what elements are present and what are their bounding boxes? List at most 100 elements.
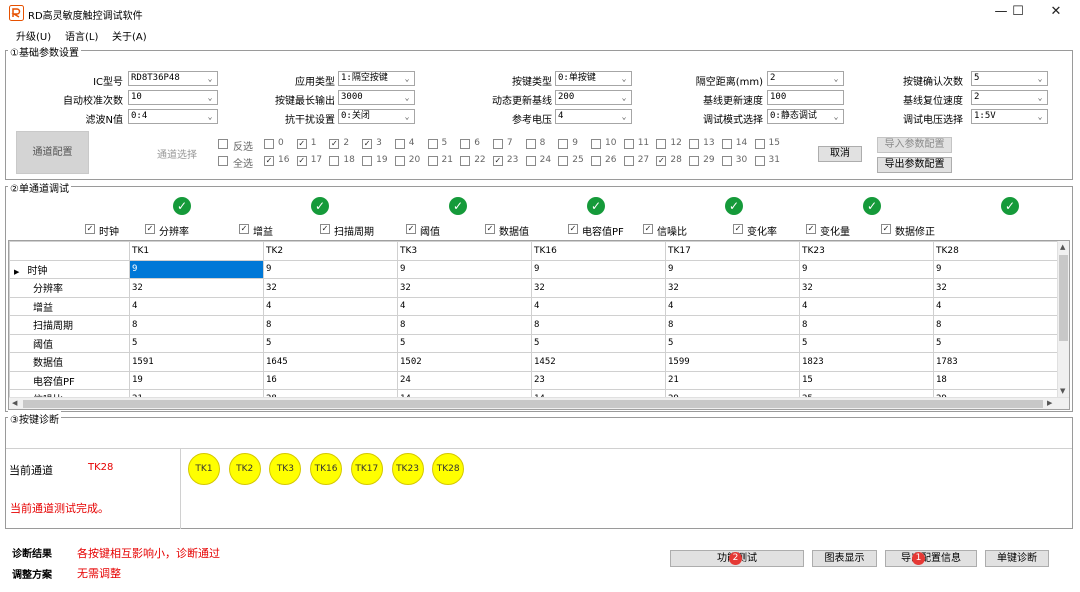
table-cell[interactable]: 5	[665, 333, 800, 353]
param-select[interactable]: 2 ⌄	[767, 71, 844, 86]
param-select[interactable]: 3000 ⌄	[338, 90, 415, 105]
channel-checkbox[interactable]	[623, 139, 634, 149]
table-cell[interactable]: 1645	[263, 352, 398, 372]
table-cell[interactable]: 16	[263, 370, 398, 390]
channel-checkbox[interactable]: ✓	[264, 156, 274, 166]
channel-checkbox[interactable]	[689, 139, 700, 149]
channel-checkbox[interactable]	[591, 156, 601, 166]
channel-checkbox[interactable]: ✓	[296, 156, 307, 166]
table-row[interactable]: 增益 4 4 4 4 4 4 4	[9, 296, 1068, 316]
table-row[interactable]: 阈值 5 5 5 5 5 5 5	[9, 333, 1068, 353]
table-cell[interactable]: 4	[531, 296, 666, 316]
channel-checkbox[interactable]	[394, 139, 405, 149]
param-select[interactable]: 0:静态调试 ⌄	[767, 109, 844, 124]
channel-checkbox[interactable]	[492, 139, 503, 149]
table-cell[interactable]: 32	[531, 278, 666, 298]
table-cell[interactable]: 19	[129, 370, 264, 390]
channel-checkbox[interactable]	[394, 156, 405, 166]
scroll-right-icon[interactable]: ▶	[1047, 399, 1052, 407]
table-cell[interactable]: 8	[531, 315, 666, 335]
import-config-button[interactable]: 导入参数配置	[877, 137, 952, 153]
option-checkbox[interactable]: ✓	[806, 224, 816, 234]
param-select[interactable]: 10 ⌄	[128, 90, 218, 105]
table-cell[interactable]: 9	[933, 259, 1068, 279]
table-cell[interactable]: 5	[397, 333, 532, 353]
table-cell[interactable]: 1591	[129, 352, 264, 372]
channel-checkbox[interactable]	[558, 156, 569, 166]
option-checkbox[interactable]: ✓	[568, 224, 578, 234]
table-cell[interactable]: 32	[397, 278, 532, 298]
channel-checkbox[interactable]	[721, 156, 732, 166]
export-config-button[interactable]: 导出参数配置	[877, 157, 952, 173]
channel-checkbox[interactable]: ✓	[362, 139, 373, 149]
table-cell[interactable]: 5	[129, 333, 264, 353]
channel-checkbox[interactable]	[525, 139, 536, 149]
scroll-down-icon[interactable]: ▼	[1060, 387, 1065, 395]
table-cell[interactable]: 8	[263, 315, 398, 335]
table-cell[interactable]: 4	[263, 296, 398, 316]
table-cell[interactable]: 23	[531, 370, 666, 390]
table-cell[interactable]: 9	[129, 259, 264, 279]
channel-checkbox[interactable]	[460, 156, 471, 166]
param-select[interactable]: 0:单按键 ⌄	[555, 71, 632, 86]
table-row[interactable]: 电容值PF 19 16 24 23 21 15 18	[9, 370, 1068, 390]
scroll-up-icon[interactable]: ▲	[1060, 243, 1065, 251]
table-row[interactable]: ▶ 时钟 9 9 9 9 9 9 9	[9, 259, 1068, 279]
table-cell[interactable]: 8	[933, 315, 1068, 335]
option-checkbox[interactable]: ✓	[145, 224, 155, 234]
hscroll-thumb[interactable]	[23, 400, 1043, 408]
channel-checkbox[interactable]	[656, 139, 667, 149]
table-cell[interactable]: 5	[799, 333, 934, 353]
chart-display-button[interactable]: 图表显示	[812, 550, 877, 567]
export-info-button[interactable]: 导出配置信息	[885, 550, 977, 567]
table-cell[interactable]: 1599	[665, 352, 800, 372]
menu-about[interactable]: 关于(A)	[112, 28, 147, 43]
table-cell[interactable]: 9	[799, 259, 934, 279]
invert-checkbox[interactable]	[218, 139, 228, 149]
table-cell[interactable]: 1823	[799, 352, 934, 372]
table-row[interactable]: 数据值 1591 1645 1502 1452 1599 1823 1783	[9, 352, 1068, 372]
table-cell[interactable]: 8	[397, 315, 532, 335]
menu-upgrade[interactable]: 升级(U)	[16, 28, 51, 43]
scroll-thumb[interactable]	[1059, 255, 1068, 341]
table-cell[interactable]: 24	[397, 370, 532, 390]
scroll-left-icon[interactable]: ◀	[12, 399, 17, 407]
option-checkbox[interactable]: ✓	[881, 224, 891, 234]
param-select[interactable]: 1:隔空按键 ⌄	[338, 71, 415, 86]
channel-checkbox[interactable]	[460, 139, 471, 149]
single-key-diagnose-button[interactable]: 单键诊断	[985, 550, 1049, 567]
channel-checkbox[interactable]	[689, 156, 700, 166]
channel-checkbox[interactable]	[591, 139, 601, 149]
table-cell[interactable]: 18	[933, 370, 1068, 390]
option-checkbox[interactable]: ✓	[320, 224, 330, 234]
table-cell[interactable]: 15	[799, 370, 934, 390]
table-cell[interactable]: 32	[799, 278, 934, 298]
channel-checkbox[interactable]	[427, 139, 438, 149]
channel-checkbox[interactable]	[754, 139, 765, 149]
param-select[interactable]: 4 ⌄	[555, 109, 632, 124]
channel-checkbox[interactable]	[754, 156, 765, 166]
param-select[interactable]: 0:关闭 ⌄	[338, 109, 415, 124]
channel-checkbox[interactable]	[362, 156, 373, 166]
channel-checkbox[interactable]	[721, 139, 732, 149]
option-checkbox[interactable]: ✓	[239, 224, 249, 234]
option-checkbox[interactable]: ✓	[643, 224, 653, 234]
option-checkbox[interactable]: ✓	[406, 224, 416, 234]
table-cell[interactable]: 9	[665, 259, 800, 279]
table-cell[interactable]: 4	[665, 296, 800, 316]
table-cell[interactable]: 9	[263, 259, 398, 279]
param-select[interactable]: 2 ⌄	[971, 90, 1048, 105]
table-cell[interactable]: 4	[799, 296, 934, 316]
table-cell[interactable]: 5	[933, 333, 1068, 353]
table-cell[interactable]: 8	[129, 315, 264, 335]
table-cell[interactable]: 32	[129, 278, 264, 298]
vertical-scrollbar[interactable]: ▲ ▼	[1057, 241, 1069, 397]
table-cell[interactable]: 4	[933, 296, 1068, 316]
param-select[interactable]: 200 ⌄	[555, 90, 632, 105]
table-cell[interactable]: 4	[129, 296, 264, 316]
table-cell[interactable]: 5	[531, 333, 666, 353]
channel-checkbox[interactable]	[329, 156, 340, 166]
table-cell[interactable]: 32	[933, 278, 1068, 298]
channel-config-button[interactable]: 通道配置	[16, 131, 89, 174]
table-cell[interactable]: 4	[397, 296, 532, 316]
